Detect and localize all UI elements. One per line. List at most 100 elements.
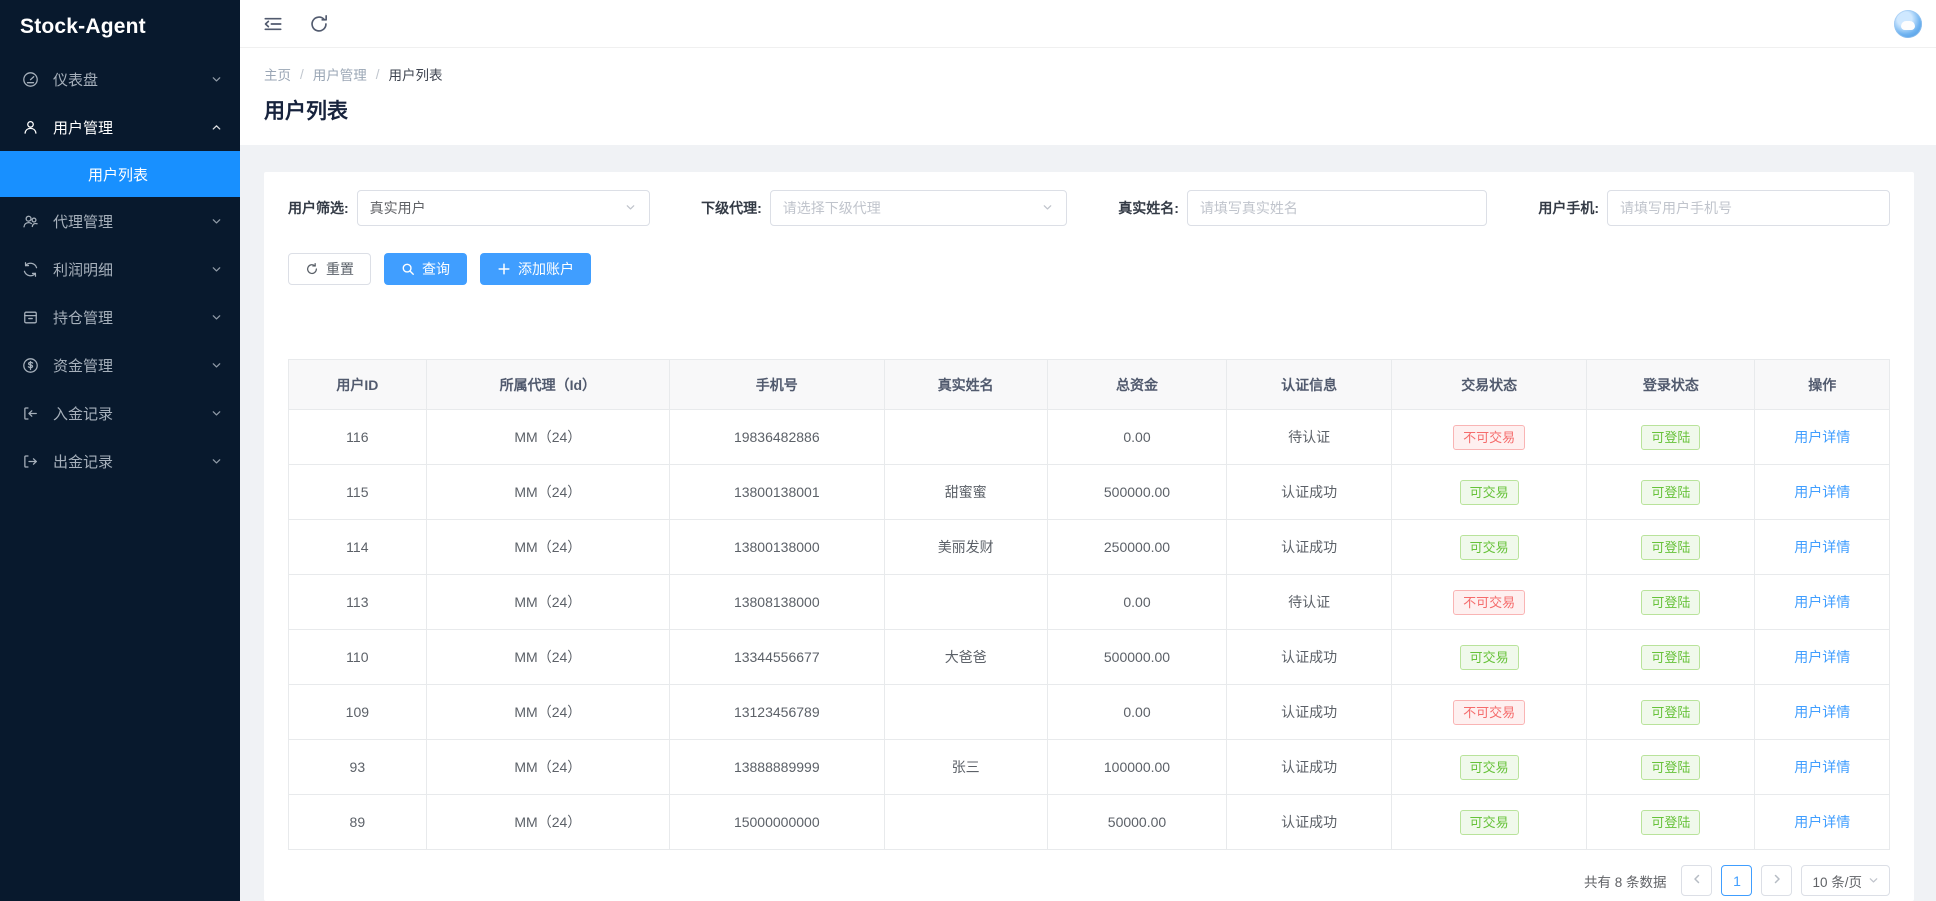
- status-badge: 不可交易: [1453, 425, 1525, 450]
- add-account-label: 添加账户: [518, 259, 574, 279]
- sidebar-item-label: 持仓管理: [53, 307, 211, 328]
- cell-total-funds: 50000.00: [1047, 795, 1226, 850]
- breadcrumb-item: 用户列表: [389, 64, 443, 84]
- status-badge: 可登陆: [1641, 535, 1700, 560]
- user-filter-select[interactable]: 真实用户: [357, 190, 650, 226]
- cell-total-funds: 100000.00: [1047, 740, 1226, 795]
- funds-icon: [22, 357, 39, 374]
- user-phone-input[interactable]: [1607, 190, 1890, 226]
- table-header-row: 用户ID所属代理（Id）手机号真实姓名总资金认证信息交易状态登录状态操作: [289, 360, 1890, 410]
- reset-button[interactable]: 重置: [288, 253, 371, 285]
- table-row: 115MM（24）13800138001甜蜜蜜500000.00认证成功可交易可…: [289, 465, 1890, 520]
- cell-user-id: 89: [289, 795, 427, 850]
- filter-group-sub-agent: 下级代理: 请选择下级代理: [701, 190, 1067, 226]
- chevron-down-icon: [211, 456, 222, 467]
- cell-auth-info: 认证成功: [1227, 795, 1392, 850]
- sidebar-item-dashboard[interactable]: 仪表盘: [0, 55, 240, 103]
- sidebar-item-deposit-records[interactable]: 入金记录: [0, 389, 240, 437]
- cell-auth-info: 认证成功: [1227, 520, 1392, 575]
- cell-login-status: 可登陆: [1587, 575, 1755, 630]
- cell-real-name: 张三: [884, 740, 1047, 795]
- breadcrumb-item[interactable]: 用户管理: [313, 64, 367, 84]
- cell-trade-status: 不可交易: [1392, 410, 1587, 465]
- cell-real-name: [884, 410, 1047, 465]
- real-name-input[interactable]: [1187, 190, 1487, 226]
- status-badge: 不可交易: [1453, 700, 1525, 725]
- sidebar-item-withdraw-records[interactable]: 出金记录: [0, 437, 240, 485]
- position-icon: [22, 309, 39, 326]
- sidebar-item-label: 资金管理: [53, 355, 211, 376]
- sidebar-subitem-user-list[interactable]: 用户列表: [0, 151, 240, 197]
- sidebar-item-agent-management[interactable]: 代理管理: [0, 197, 240, 245]
- cell-agent: MM（24）: [426, 630, 669, 685]
- cell-login-status: 可登陆: [1587, 795, 1755, 850]
- sidebar-item-funds-management[interactable]: 资金管理: [0, 341, 240, 389]
- column-header: 总资金: [1047, 360, 1226, 410]
- cell-phone: 13800138001: [670, 465, 885, 520]
- agent-icon: [22, 213, 39, 230]
- sidebar-item-user-management[interactable]: 用户管理: [0, 103, 240, 151]
- cell-phone: 13800138000: [670, 520, 885, 575]
- real-name-label: 真实姓名:: [1118, 198, 1179, 218]
- status-badge: 可登陆: [1641, 810, 1700, 835]
- cell-total-funds: 0.00: [1047, 575, 1226, 630]
- column-header: 交易状态: [1392, 360, 1587, 410]
- user-phone-label: 用户手机:: [1538, 198, 1599, 218]
- filter-group-user-phone: 用户手机:: [1538, 190, 1890, 226]
- status-badge: 可交易: [1460, 755, 1519, 780]
- user-filter-label: 用户筛选:: [288, 198, 349, 218]
- cell-user-id: 114: [289, 520, 427, 575]
- sidebar-item-profit-detail[interactable]: 利润明细: [0, 245, 240, 293]
- user-detail-link[interactable]: 用户详情: [1794, 649, 1850, 665]
- cell-user-id: 115: [289, 465, 427, 520]
- withdraw-icon: [22, 453, 39, 470]
- add-account-button[interactable]: 添加账户: [480, 253, 591, 285]
- cell-agent: MM（24）: [426, 520, 669, 575]
- current-page-button[interactable]: 1: [1721, 865, 1752, 896]
- cell-action: 用户详情: [1755, 795, 1890, 850]
- column-header: 所属代理（Id）: [426, 360, 669, 410]
- user-detail-link[interactable]: 用户详情: [1794, 814, 1850, 830]
- query-button[interactable]: 查询: [384, 253, 467, 285]
- cell-phone: 13344556677: [670, 630, 885, 685]
- cell-phone: 13808138000: [670, 575, 885, 630]
- deposit-icon: [22, 405, 39, 422]
- cell-login-status: 可登陆: [1587, 465, 1755, 520]
- table-row: 110MM（24）13344556677大爸爸500000.00认证成功可交易可…: [289, 630, 1890, 685]
- collapse-sidebar-icon[interactable]: [262, 13, 284, 35]
- user-detail-link[interactable]: 用户详情: [1794, 539, 1850, 555]
- filter-table-card: 用户筛选: 真实用户 下级代理: 请选择下级代理: [264, 172, 1914, 901]
- cell-auth-info: 待认证: [1227, 410, 1392, 465]
- action-buttons: 重置 查询 添加账户: [288, 253, 1890, 285]
- sidebar-item-label: 入金记录: [53, 403, 211, 424]
- chevron-down-icon: [1042, 202, 1054, 214]
- user-avatar[interactable]: [1894, 10, 1922, 38]
- cell-phone: 19836482886: [670, 410, 885, 465]
- sub-agent-select[interactable]: 请选择下级代理: [770, 190, 1067, 226]
- cell-phone: 13888889999: [670, 740, 885, 795]
- sidebar-menu: 仪表盘用户管理用户列表代理管理利润明细持仓管理资金管理入金记录出金记录: [0, 55, 240, 485]
- chevron-up-icon: [211, 122, 222, 133]
- cell-trade-status: 不可交易: [1392, 575, 1587, 630]
- prev-page-button[interactable]: [1681, 865, 1712, 896]
- table-row: 116MM（24）198364828860.00待认证不可交易可登陆用户详情: [289, 410, 1890, 465]
- user-table: 用户ID所属代理（Id）手机号真实姓名总资金认证信息交易状态登录状态操作 116…: [288, 359, 1890, 850]
- reset-icon: [305, 262, 319, 276]
- cell-action: 用户详情: [1755, 575, 1890, 630]
- sidebar-item-position-management[interactable]: 持仓管理: [0, 293, 240, 341]
- user-detail-link[interactable]: 用户详情: [1794, 704, 1850, 720]
- user-detail-link[interactable]: 用户详情: [1794, 759, 1850, 775]
- user-detail-link[interactable]: 用户详情: [1794, 594, 1850, 610]
- chevron-down-icon: [625, 202, 637, 214]
- next-page-button[interactable]: [1761, 865, 1792, 896]
- column-header: 认证信息: [1227, 360, 1392, 410]
- table-row: 113MM（24）138081380000.00待认证不可交易可登陆用户详情: [289, 575, 1890, 630]
- user-detail-link[interactable]: 用户详情: [1794, 484, 1850, 500]
- cell-action: 用户详情: [1755, 410, 1890, 465]
- breadcrumb-item[interactable]: 主页: [264, 64, 291, 84]
- cell-auth-info: 待认证: [1227, 575, 1392, 630]
- cell-login-status: 可登陆: [1587, 410, 1755, 465]
- page-size-select[interactable]: 10 条/页: [1801, 865, 1890, 896]
- user-detail-link[interactable]: 用户详情: [1794, 429, 1850, 445]
- refresh-icon[interactable]: [308, 13, 330, 35]
